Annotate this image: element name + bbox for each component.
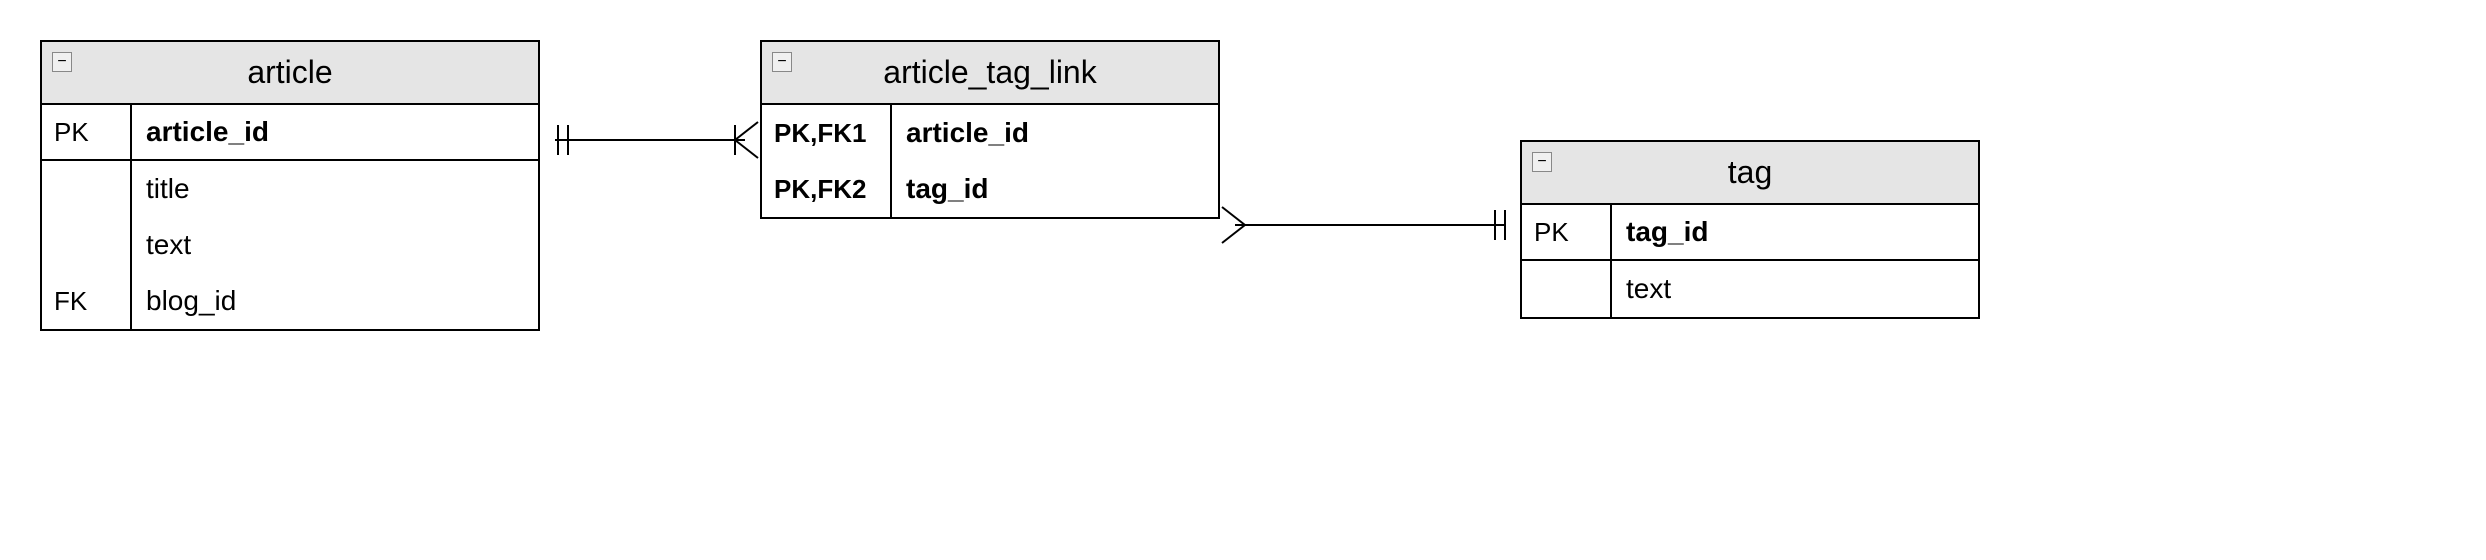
field-name: text bbox=[1612, 263, 1978, 315]
field-name: blog_id bbox=[132, 275, 538, 327]
key-label: PK bbox=[42, 105, 132, 159]
key-label bbox=[42, 161, 132, 217]
collapse-icon[interactable]: − bbox=[772, 52, 792, 72]
collapse-icon[interactable]: − bbox=[52, 52, 72, 72]
key-label bbox=[42, 217, 132, 273]
relation-article-to-link bbox=[540, 110, 760, 170]
field-name: article_id bbox=[132, 106, 538, 158]
entity-article[interactable]: − article PK article_id title text FK bl… bbox=[40, 40, 540, 331]
table-row: PK article_id bbox=[42, 105, 538, 161]
entity-body-article-tag-link: PK,FK1 article_id PK,FK2 tag_id bbox=[762, 105, 1218, 217]
key-label: PK,FK2 bbox=[762, 161, 892, 217]
field-name: text bbox=[132, 219, 538, 271]
table-row: PK,FK2 tag_id bbox=[762, 161, 1218, 217]
key-label: PK,FK1 bbox=[762, 105, 892, 161]
field-name: tag_id bbox=[1612, 206, 1978, 258]
key-label: FK bbox=[42, 273, 132, 329]
table-row: text bbox=[42, 217, 538, 273]
table-row: title bbox=[42, 161, 538, 217]
entity-title: article_tag_link bbox=[774, 50, 1206, 95]
entity-body-article: PK article_id title text FK blog_id bbox=[42, 105, 538, 329]
entity-header-tag: − tag bbox=[1522, 142, 1978, 205]
entity-header-article-tag-link: − article_tag_link bbox=[762, 42, 1218, 105]
table-row: FK blog_id bbox=[42, 273, 538, 329]
key-label: PK bbox=[1522, 205, 1612, 259]
field-name: title bbox=[132, 163, 538, 215]
field-name: article_id bbox=[892, 107, 1218, 159]
relation-link-to-tag bbox=[1220, 195, 1520, 255]
field-name: tag_id bbox=[892, 163, 1218, 215]
entity-title: tag bbox=[1534, 150, 1966, 195]
entity-header-article: − article bbox=[42, 42, 538, 105]
entity-title: article bbox=[54, 50, 526, 95]
key-label bbox=[1522, 261, 1612, 317]
table-row: text bbox=[1522, 261, 1978, 317]
entity-tag[interactable]: − tag PK tag_id text bbox=[1520, 140, 1980, 319]
entity-article-tag-link[interactable]: − article_tag_link PK,FK1 article_id PK,… bbox=[760, 40, 1220, 219]
collapse-icon[interactable]: − bbox=[1532, 152, 1552, 172]
table-row: PK,FK1 article_id bbox=[762, 105, 1218, 161]
table-row: PK tag_id bbox=[1522, 205, 1978, 261]
entity-body-tag: PK tag_id text bbox=[1522, 205, 1978, 317]
